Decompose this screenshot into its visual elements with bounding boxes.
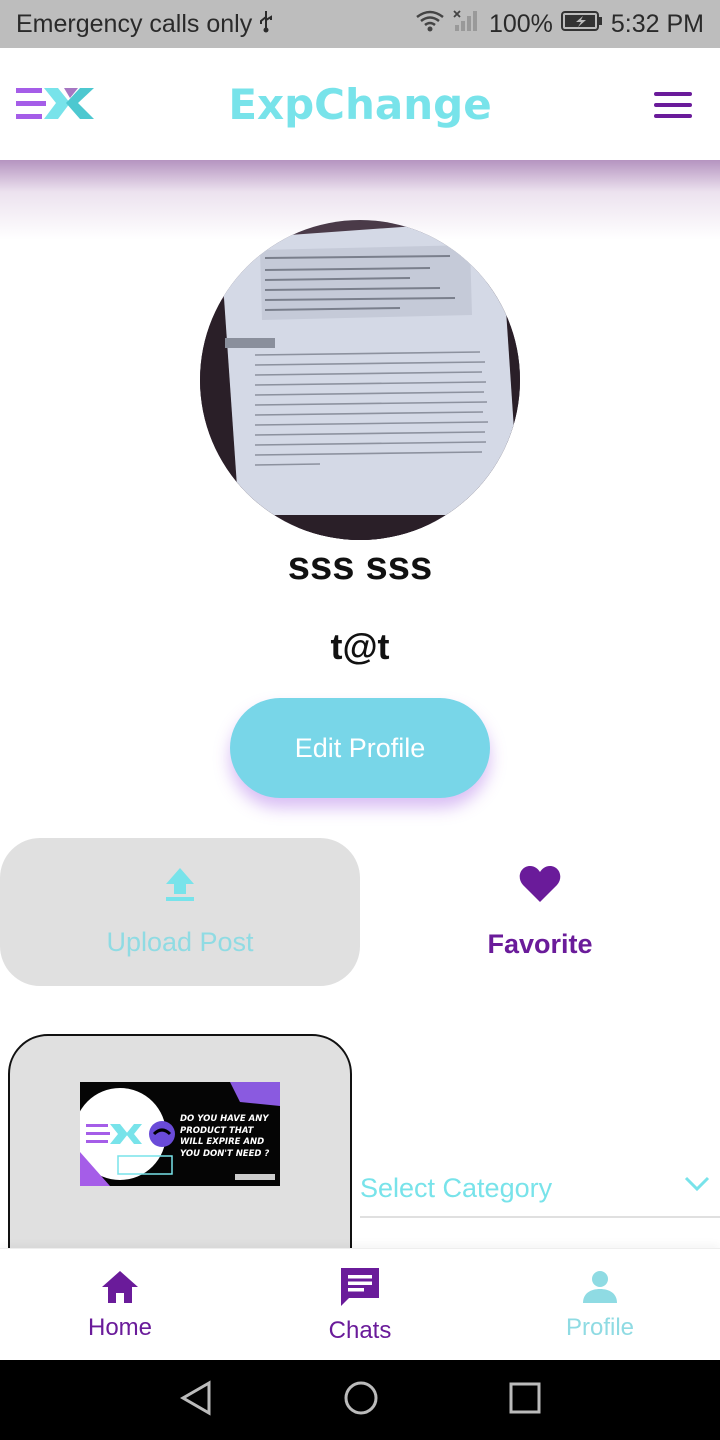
app-header: ExpChange [0,48,720,160]
profile-avatar[interactable] [200,220,520,540]
wifi-icon [415,9,445,40]
home-circle-icon[interactable] [343,1380,379,1421]
chat-icon [339,1266,381,1313]
recents-icon[interactable] [509,1382,541,1419]
system-nav-bar [0,1360,720,1440]
profile-email: t@t [330,626,390,667]
upload-icon [163,866,197,907]
signal-icon [453,9,481,40]
status-bar: Emergency calls only 100% 5:32 PM [0,0,720,48]
clock: 5:32 PM [610,9,704,38]
home-icon [100,1269,140,1310]
person-icon [581,1269,619,1310]
profile-name: sss sss [287,544,433,588]
battery-charging-icon [560,10,603,39]
category-select-placeholder: Select Category [360,1172,553,1203]
tab-favorite[interactable]: Favorite [360,838,720,986]
carrier-text: Emergency calls only [16,9,253,38]
tab-upload-post-label: Upload Post [106,927,254,957]
back-icon[interactable] [179,1379,213,1421]
nav-profile-label: Profile [565,1313,635,1341]
nav-item-profile[interactable]: Profile [480,1249,720,1361]
exchange-logo[interactable] [16,86,96,122]
edit-profile-button[interactable]: Edit Profile [230,698,490,798]
nav-chats-label: Chats [328,1316,392,1344]
post-image: DO YOU HAVE ANY PRODUCT THAT WILL EXPIRE… [80,1082,280,1186]
usb-icon [258,9,274,39]
bottom-nav: Home Chats Profile [0,1248,720,1360]
post-image-text: DO YOU HAVE ANY PRODUCT THAT WILL EXPIRE… [180,1114,270,1159]
heart-icon [518,864,562,909]
nav-item-home[interactable]: Home [0,1249,240,1361]
chevron-down-icon [684,1176,710,1197]
category-select[interactable]: Select Category [360,1160,720,1218]
app-title: ExpChange [228,79,492,129]
nav-item-chats[interactable]: Chats [240,1249,480,1361]
hamburger-menu-icon[interactable] [654,92,692,118]
battery-percent: 100% [488,9,553,38]
tab-favorite-label: Favorite [487,929,593,959]
tab-upload-post[interactable]: Upload Post [0,838,360,986]
nav-home-label: Home [87,1313,153,1341]
